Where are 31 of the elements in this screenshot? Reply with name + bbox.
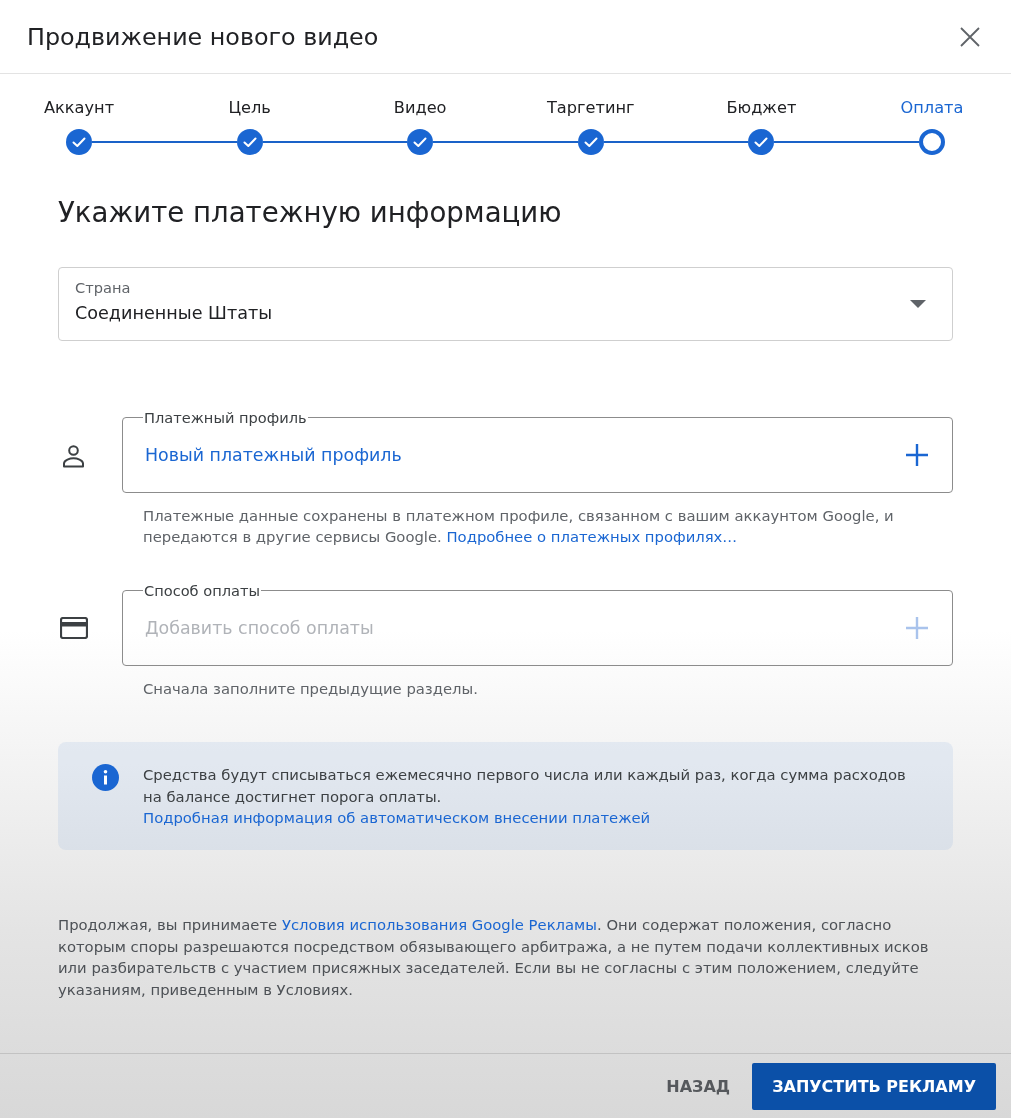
input-field[interactable]: Платежный профиль Новый платежный профиль xyxy=(122,409,953,493)
field-label: Способ оплаты xyxy=(143,582,262,599)
info-text: Средства будут списываться ежемесячно первого числа или каждый раз, когда сумма расходов на балансе достигнет порога оплаты. Подробная информация об автоматическом внесении платежей xyxy=(143,765,907,828)
launch-button[interactable]: ЗАПУСТИТЬ РЕКЛАМУ xyxy=(752,1062,996,1110)
back-button[interactable]: НАЗАД xyxy=(654,1062,743,1110)
plus-icon xyxy=(906,444,928,466)
credit-card-icon xyxy=(60,617,88,639)
close-icon xyxy=(960,26,980,47)
add-button[interactable]: Новый платежный профиль xyxy=(143,426,928,492)
step-label: Аккаунт xyxy=(43,98,115,118)
field-label: Страна xyxy=(75,279,131,297)
step-label: Цель xyxy=(228,98,271,118)
dropdown-caret-icon xyxy=(910,300,926,308)
field-label: Платежный профиль xyxy=(143,409,308,426)
country-select[interactable]: Страна Соединенные Штаты xyxy=(58,267,953,341)
terms-link[interactable]: Условия использования Google Рекламы xyxy=(281,916,597,933)
step-label: Оплата xyxy=(900,98,964,118)
step-label: Бюджет xyxy=(726,98,797,118)
step-label: Таргетинг xyxy=(547,98,635,118)
dialog-title: Продвижение нового видео xyxy=(27,22,379,51)
info-link[interactable]: Подробная информация об автоматическом внесении платежей xyxy=(143,809,651,826)
person-icon xyxy=(61,443,86,468)
plus-icon xyxy=(906,617,928,639)
info-icon xyxy=(92,764,119,791)
select-value: Соединенные Штаты xyxy=(75,302,273,324)
help-text: Сначала заполните предыдущие разделы. xyxy=(143,679,479,699)
step-label: Видео xyxy=(393,98,447,118)
terms-text: Продолжая, вы принимаете Условия использования Google Рекламы. Они содержат положения, согласно которым споры разрешаются посредством обязывающего арбитража, а не путем подачи коллективных исков или разбирательств с участием присяжных заседателей. Если вы не согласны с этим положением, следуйте указаниям, приведенным в Условиях. xyxy=(58,915,930,1000)
help-text: Платежные данные сохранены в платежном профиле, связанном с вашим аккаунтом Google, и передаются в другие сервисы Google. Подробнее о платежных профилях… xyxy=(143,506,895,547)
help-link[interactable]: Подробнее о платежных профилях… xyxy=(446,528,738,545)
section-heading: Укажите платежную информацию xyxy=(58,195,563,231)
